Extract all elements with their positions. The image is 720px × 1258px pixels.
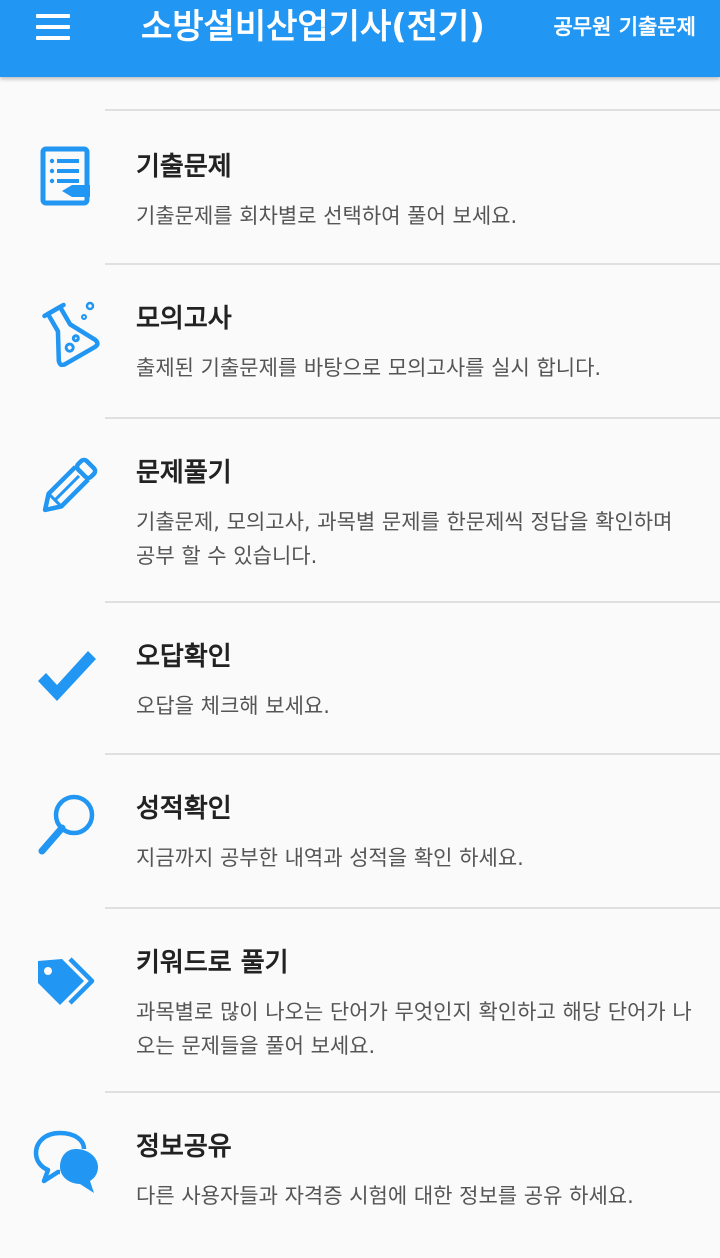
chat-bubbles-icon [32, 1127, 102, 1197]
menu-item-past-exams[interactable]: 기출문제 기출문제를 회차별로 선택하여 풀어 보세요. [0, 111, 720, 265]
tags-icon [32, 943, 102, 1013]
menu-item-description: 과목별로 많이 나오는 단어가 무엇인지 확인하고 해당 단어가 나오는 문제들… [136, 1000, 692, 1058]
menu-item-title: 성적확인 [136, 794, 232, 824]
menu-item-solve-questions[interactable]: 문제풀기 기출문제, 모의고사, 과목별 문제를 한문제씩 정답을 확인하며 공… [0, 419, 720, 601]
menu-item-description: 오답을 체크해 보세요. [136, 694, 330, 718]
app-bar: 소방설비산업기사(전기) 공무원 기출문제 [0, 0, 720, 77]
app-title: 소방설비산업기사(전기) [141, 7, 485, 47]
menu-item-description: 지금까지 공부한 내역과 성적을 확인 하세요. [136, 846, 524, 870]
main-menu-list: 기출문제 기출문제를 회차별로 선택하여 풀어 보세요. 모의고사 출제된 기출… [0, 77, 720, 1258]
hamburger-menu-icon[interactable] [24, 8, 80, 48]
flask-icon [32, 297, 102, 367]
menu-item-keyword-solve[interactable]: 키워드로 풀기 과목별로 많이 나오는 단어가 무엇인지 확인하고 해당 단어가… [0, 909, 720, 1091]
menu-item-info-sharing[interactable]: 정보공유 다른 사용자들과 자격증 시험에 대한 정보를 공유 하세요. [0, 1093, 720, 1258]
pencil-icon [32, 453, 102, 523]
menu-item-title: 키워드로 풀기 [136, 948, 289, 978]
menu-item-check-scores[interactable]: 성적확인 지금까지 공부한 내역과 성적을 확인 하세요. [0, 755, 720, 909]
menu-item-review-wrong-answers[interactable]: 오답확인 오답을 체크해 보세요. [0, 603, 720, 755]
notebook-icon [32, 145, 102, 215]
menu-item-description: 기출문제를 회차별로 선택하여 풀어 보세요. [136, 204, 518, 228]
magnifier-icon [32, 791, 102, 861]
checkmark-icon [32, 641, 102, 711]
menu-item-title: 모의고사 [136, 304, 232, 334]
civil-service-exams-button[interactable]: 공무원 기출문제 [553, 2, 696, 52]
menu-item-mock-exam[interactable]: 모의고사 출제된 기출문제를 바탕으로 모의고사를 실시 합니다. [0, 265, 720, 417]
menu-item-title: 기출문제 [136, 152, 232, 182]
menu-item-title: 오답확인 [136, 642, 232, 672]
menu-item-description: 출제된 기출문제를 바탕으로 모의고사를 실시 합니다. [136, 356, 602, 380]
menu-item-title: 정보공유 [136, 1132, 232, 1162]
menu-item-description: 기출문제, 모의고사, 과목별 문제를 한문제씩 정답을 확인하며 공부 할 수… [136, 510, 673, 568]
menu-item-title: 문제풀기 [136, 458, 232, 488]
menu-item-description: 다른 사용자들과 자격증 시험에 대한 정보를 공유 하세요. [136, 1184, 634, 1208]
